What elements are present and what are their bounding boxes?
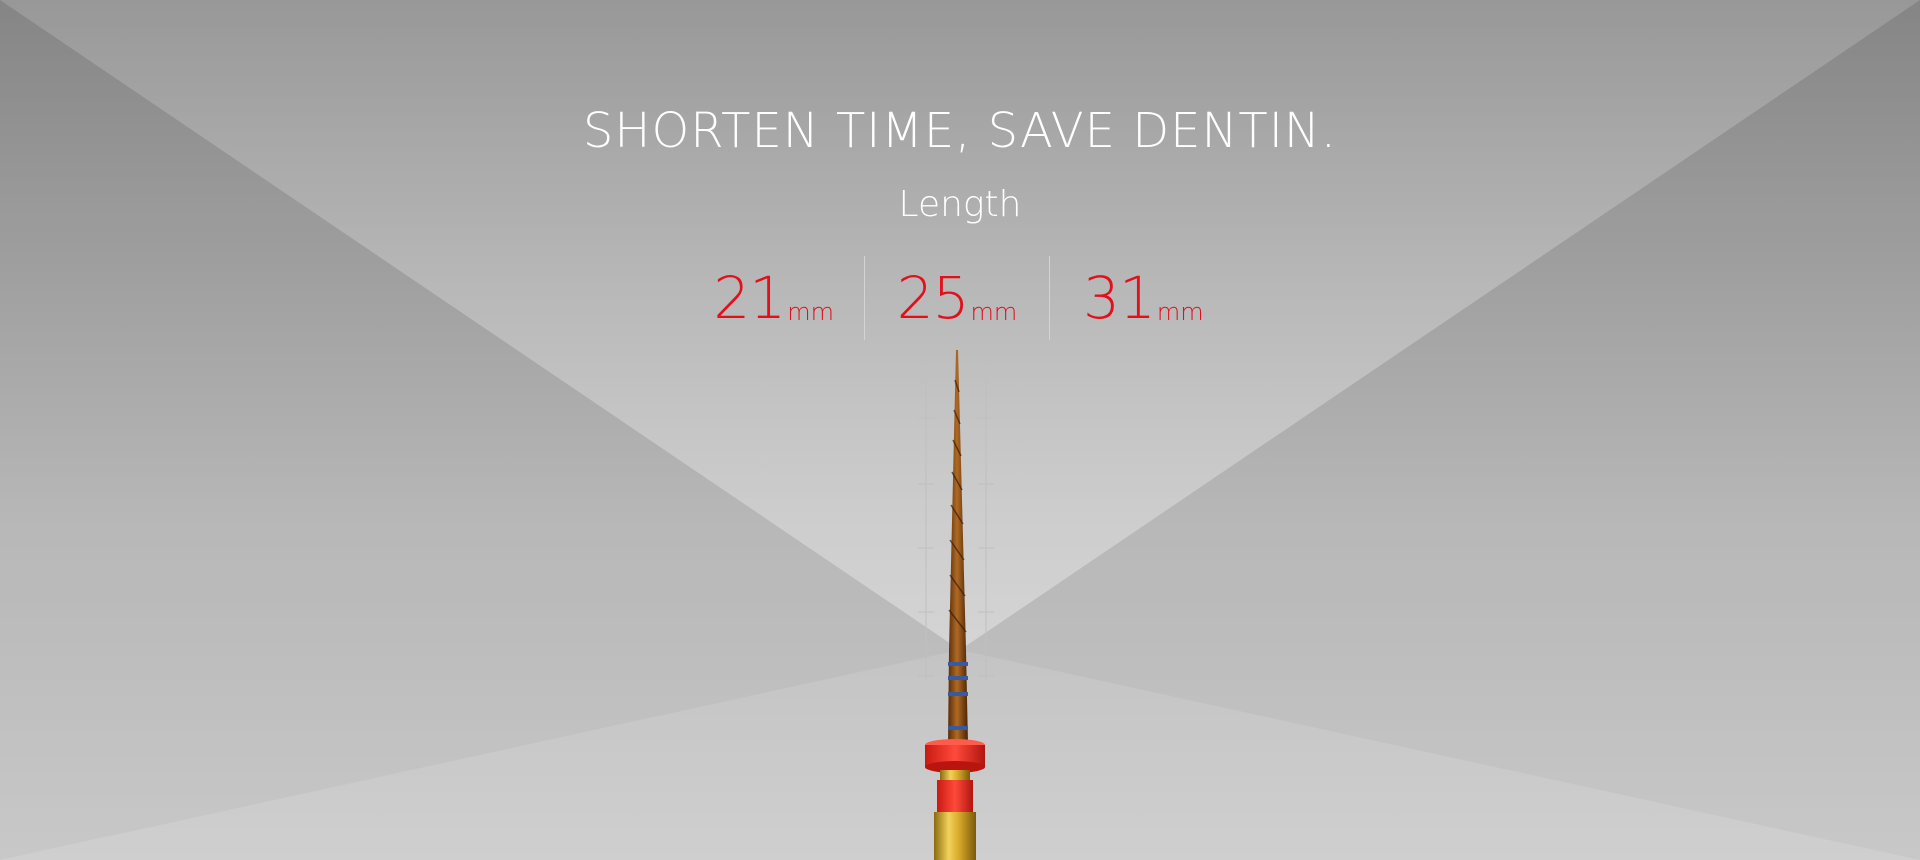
endodontic-file-icon	[918, 350, 994, 860]
